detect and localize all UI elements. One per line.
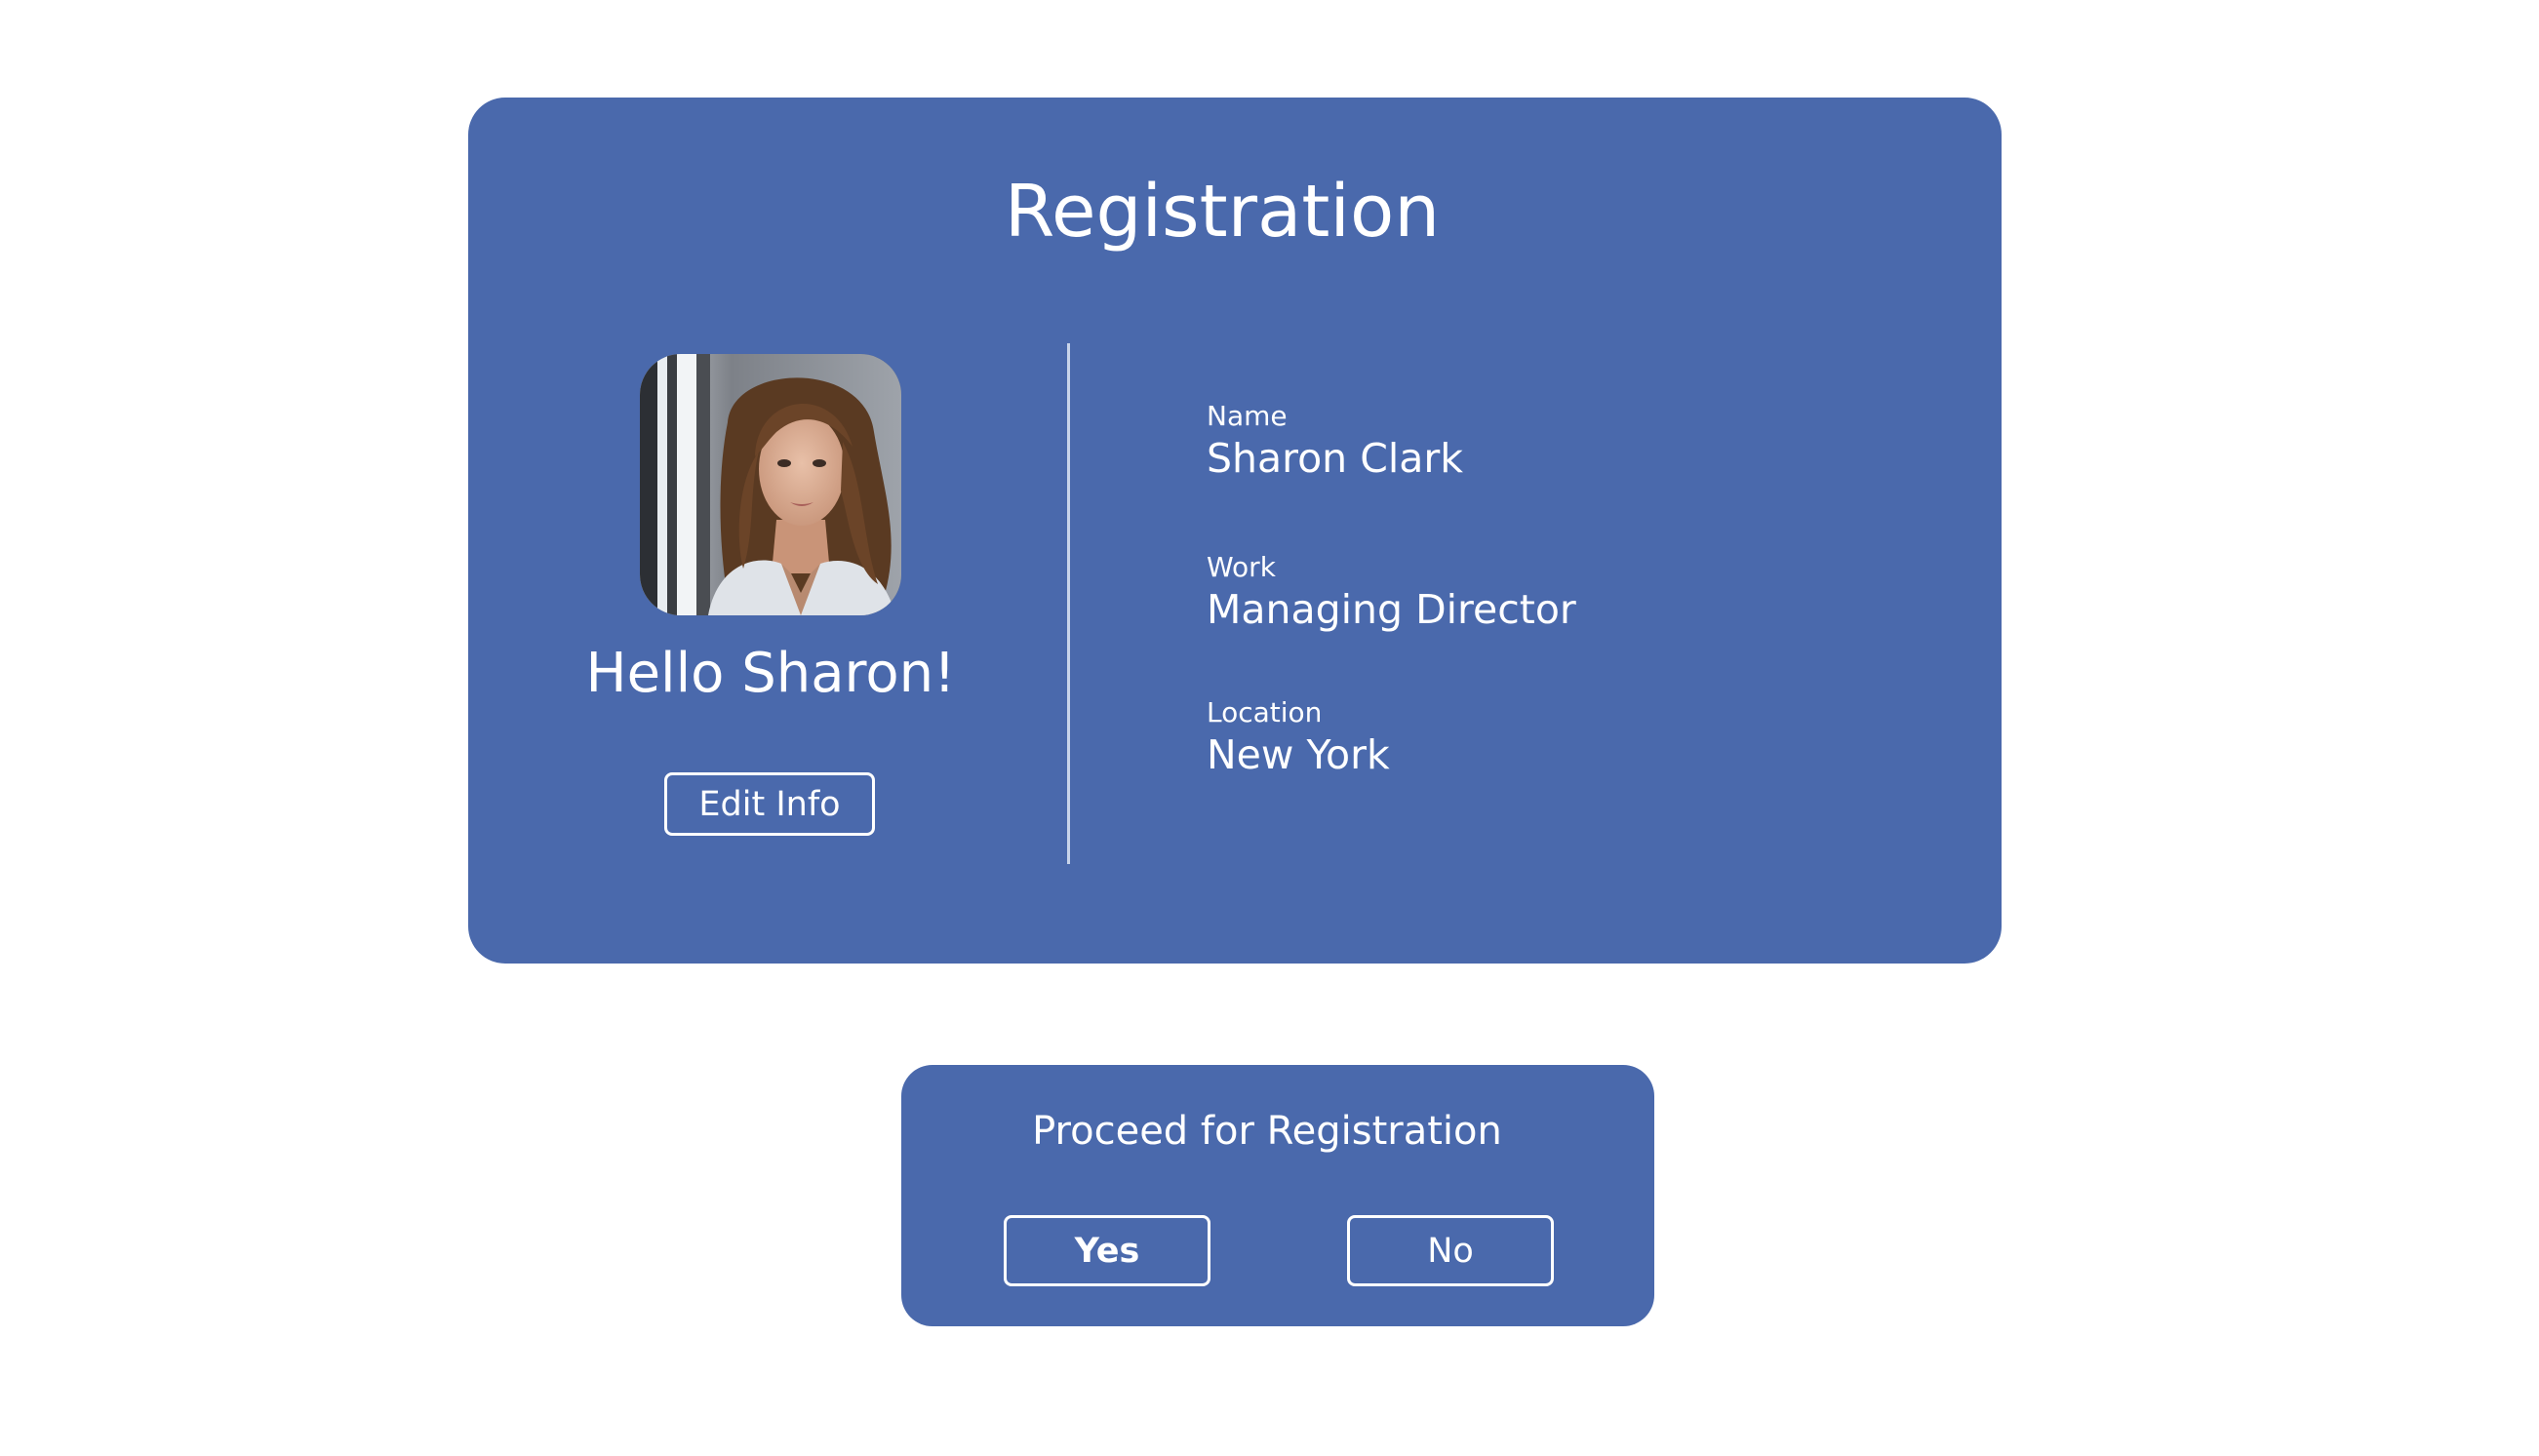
page-title: Registration: [1004, 170, 1441, 254]
edit-info-button[interactable]: Edit Info: [664, 772, 875, 836]
name-value: Sharon Clark: [1207, 435, 1463, 482]
registration-card: Registration Hello Sharon! Edit Info Nam…: [468, 98, 2002, 964]
yes-button[interactable]: Yes: [1004, 1215, 1210, 1286]
proceed-dialog: Proceed for Registration Yes No: [901, 1065, 1654, 1326]
work-field: Work Managing Director: [1207, 551, 1576, 635]
location-field: Location New York: [1207, 696, 1390, 780]
work-value: Managing Director: [1207, 586, 1576, 633]
name-label: Name: [1207, 400, 1288, 432]
greeting-text: Hello Sharon!: [585, 642, 956, 705]
location-label: Location: [1207, 696, 1323, 728]
name-field: Name Sharon Clark: [1207, 400, 1463, 484]
location-value: New York: [1207, 731, 1390, 778]
proceed-title: Proceed for Registration: [1032, 1109, 1502, 1154]
profile-photo-icon: [640, 354, 901, 615]
no-button[interactable]: No: [1347, 1215, 1554, 1286]
work-label: Work: [1207, 551, 1276, 583]
avatar: [640, 354, 901, 615]
vertical-divider: [1067, 343, 1070, 864]
